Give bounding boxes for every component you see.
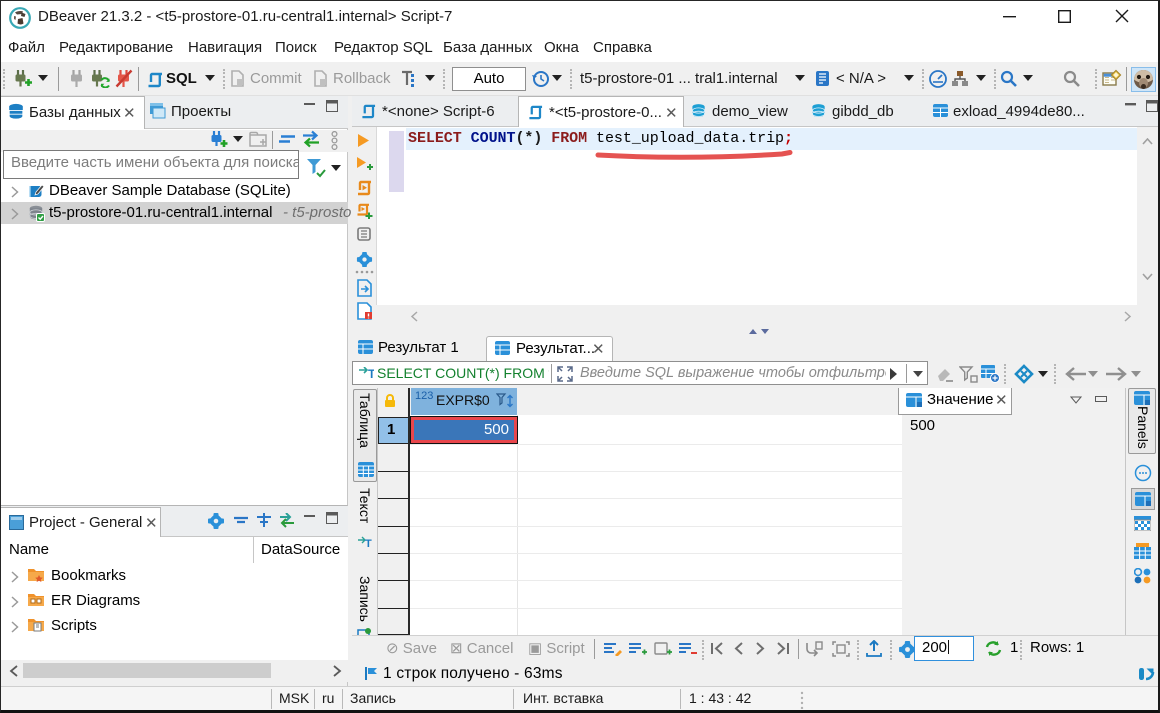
svg-text:T: T xyxy=(368,367,374,380)
svg-text:T: T xyxy=(365,538,372,548)
